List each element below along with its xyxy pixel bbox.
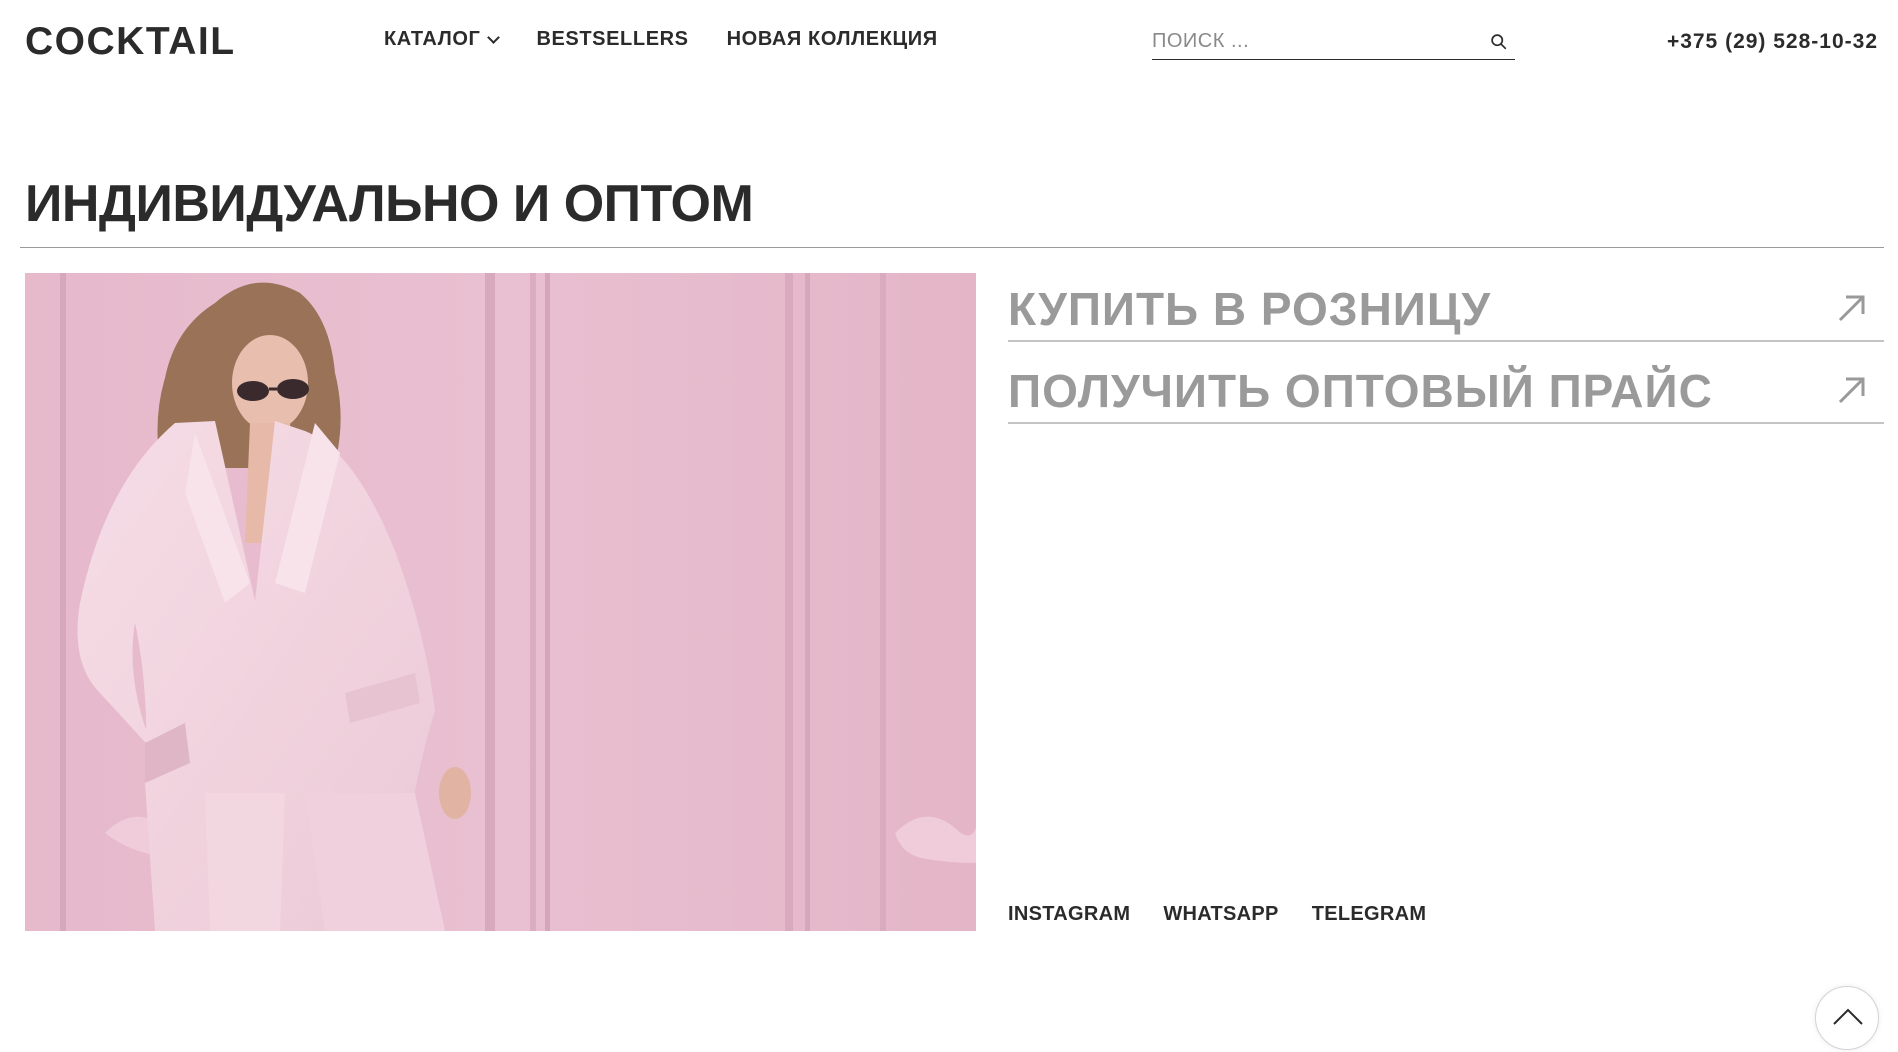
nav-item-label: BESTSELLERS	[536, 28, 689, 50]
nav-item-bestsellers[interactable]: BESTSELLERS	[536, 28, 688, 51]
instagram-link[interactable]: INSTAGRAM	[1008, 903, 1130, 926]
purchase-options: КУПИТЬ В РОЗНИЦУ ПОЛУЧИТЬ ОПТОВЫЙ ПРАЙС	[1008, 280, 1884, 444]
whatsapp-link[interactable]: WHATSAPP	[1163, 903, 1278, 926]
phone-link[interactable]: +375 (29) 528-10-32	[1667, 30, 1878, 54]
social-links: INSTAGRAM WHATSAPP TELEGRAM	[1008, 903, 1459, 926]
nav-item-new-collection[interactable]: НОВАЯ КОЛЛЕКЦИЯ	[727, 28, 938, 51]
nav-item-label: КАТАЛОГ	[384, 28, 481, 50]
wholesale-link-label: ПОЛУЧИТЬ ОПТОВЫЙ ПРАЙС	[1008, 365, 1713, 417]
retail-link-label: КУПИТЬ В РОЗНИЦУ	[1008, 283, 1492, 335]
site-header: COCKTAIL КАТАЛОГ BESTSELLERS НОВАЯ КОЛЛЕ…	[0, 0, 1898, 84]
search-input[interactable]	[1152, 26, 1472, 56]
main-nav: КАТАЛОГ BESTSELLERS НОВАЯ КОЛЛЕКЦИЯ	[384, 28, 976, 51]
hero-image	[25, 273, 976, 931]
title-divider	[20, 247, 1884, 248]
telegram-link[interactable]: TELEGRAM	[1312, 903, 1427, 926]
model-photo	[25, 273, 976, 931]
chevron-up-icon	[1833, 1008, 1863, 1025]
page-title: ИНДИВИДУАЛЬНО И ОПТОМ	[25, 175, 754, 233]
site-logo[interactable]: COCKTAIL	[25, 20, 236, 64]
nav-item-label: НОВАЯ КОЛЛЕКЦИЯ	[726, 28, 938, 50]
arrow-up-right-icon	[1838, 377, 1865, 404]
scroll-to-top-button[interactable]	[1815, 986, 1879, 1050]
retail-link[interactable]: КУПИТЬ В РОЗНИЦУ	[1008, 280, 1884, 342]
arrow-up-right-icon	[1838, 295, 1865, 322]
nav-item-catalog[interactable]: КАТАЛОГ	[384, 28, 501, 51]
chevron-down-icon	[487, 30, 501, 44]
search-bar	[1152, 26, 1515, 60]
search-icon[interactable]	[1490, 33, 1507, 50]
wholesale-price-link[interactable]: ПОЛУЧИТЬ ОПТОВЫЙ ПРАЙС	[1008, 362, 1884, 424]
